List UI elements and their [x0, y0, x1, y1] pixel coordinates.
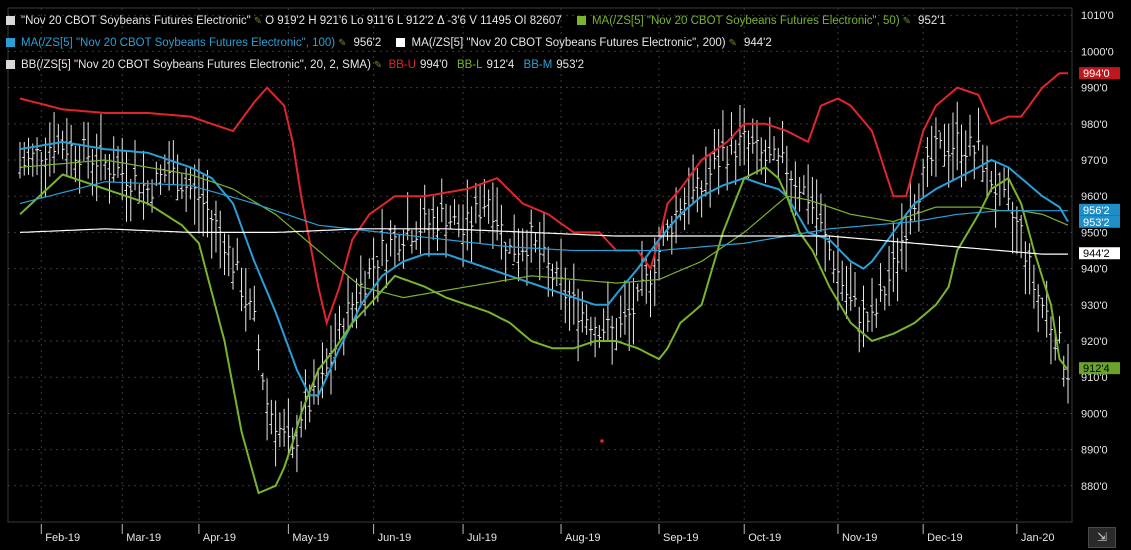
bbu-value: 994'0 [419, 59, 448, 71]
x-tick-label: Jun-19 [378, 532, 412, 544]
y-tick-label: 980'0 [1081, 119, 1108, 131]
y-tick-label: 890'0 [1081, 445, 1108, 457]
y-tick-label: 1010'0 [1081, 10, 1114, 22]
ma100-value: 956'2 [353, 37, 382, 49]
ohlc-readout: O 919'2 H 921'6 Lo 911'6 L 912'2 Δ -3'6 … [265, 15, 562, 27]
price-tag-label: 956'2 [1083, 205, 1110, 217]
price-tag-label: 994'0 [1083, 68, 1110, 80]
x-tick-label: Jul-19 [467, 532, 497, 544]
pencil-icon[interactable]: ✎ [374, 59, 382, 73]
x-tick-label: Jan-20 [1021, 532, 1055, 544]
bb-label: BB(/ZS[5] "Nov 20 CBOT Soybeans Futures … [21, 59, 371, 71]
y-tick-label: 930'0 [1081, 300, 1108, 312]
ma50-value: 952'1 [918, 15, 946, 27]
y-tick-label: 950'0 [1081, 227, 1108, 239]
y-tick-label: 900'0 [1081, 408, 1108, 420]
y-tick-label: 1000'0 [1081, 46, 1114, 58]
ma200-value: 944'2 [743, 37, 772, 49]
expand-icon[interactable]: ⇲ [1088, 527, 1116, 548]
ma100-swatch [6, 38, 15, 47]
y-tick-label: 990'0 [1081, 83, 1108, 95]
main-series-swatch [6, 16, 15, 25]
pencil-icon[interactable]: ✎ [903, 15, 911, 29]
bbm-value: 953'2 [556, 59, 585, 71]
bb-swatch [6, 60, 15, 69]
x-tick-label: May-19 [292, 532, 329, 544]
y-tick-label: 960'0 [1081, 191, 1108, 203]
legend-row-3: BB(/ZS[5] "Nov 20 CBOT Soybeans Futures … [6, 58, 584, 73]
y-tick-label: 920'0 [1081, 336, 1108, 348]
bbu-label: BB-U [388, 59, 416, 71]
pencil-icon[interactable]: ✎ [254, 15, 262, 29]
x-tick-label: Dec-19 [927, 532, 962, 544]
ma50-swatch [576, 16, 586, 25]
x-tick-label: Apr-19 [203, 532, 236, 544]
y-tick-label: 880'0 [1081, 481, 1108, 493]
pencil-icon[interactable]: ✎ [729, 37, 737, 51]
bbm-label: BB-M [523, 59, 553, 71]
ma200-swatch [396, 38, 406, 47]
x-tick-label: Aug-19 [565, 532, 600, 544]
bbl-value: 912'4 [486, 59, 515, 71]
ma50-label: MA(/ZS[5] "Nov 20 CBOT Soybeans Futures … [591, 15, 900, 27]
legend-row-2: MA(/ZS[5] "Nov 20 CBOT Soybeans Futures … [6, 36, 772, 51]
pencil-icon[interactable]: ✎ [338, 37, 346, 51]
bbl-label: BB-L [456, 59, 483, 71]
ma100-label: MA(/ZS[5] "Nov 20 CBOT Soybeans Futures … [21, 37, 336, 49]
legend-row-1: "Nov 20 CBOT Soybeans Futures Electronic… [6, 14, 946, 29]
main-series-label: "Nov 20 CBOT Soybeans Futures Electronic… [21, 15, 251, 27]
x-tick-label: Sep-19 [663, 532, 698, 544]
ma200-label: MA(/ZS[5] "Nov 20 CBOT Soybeans Futures … [411, 37, 726, 49]
x-tick-label: Feb-19 [45, 532, 80, 544]
price-tag-label: 912'4 [1083, 363, 1110, 375]
marker-dot [600, 439, 604, 443]
price-tag-label: 953'2 [1083, 217, 1110, 229]
price-chart[interactable]: 880'0890'0900'0910'0920'0930'0940'0950'0… [0, 0, 1131, 550]
y-tick-label: 940'0 [1081, 264, 1108, 276]
price-tag-label: 944'2 [1083, 248, 1110, 260]
x-tick-label: Oct-19 [748, 532, 781, 544]
y-tick-label: 970'0 [1081, 155, 1108, 167]
x-tick-label: Mar-19 [126, 532, 161, 544]
x-tick-label: Nov-19 [842, 532, 877, 544]
